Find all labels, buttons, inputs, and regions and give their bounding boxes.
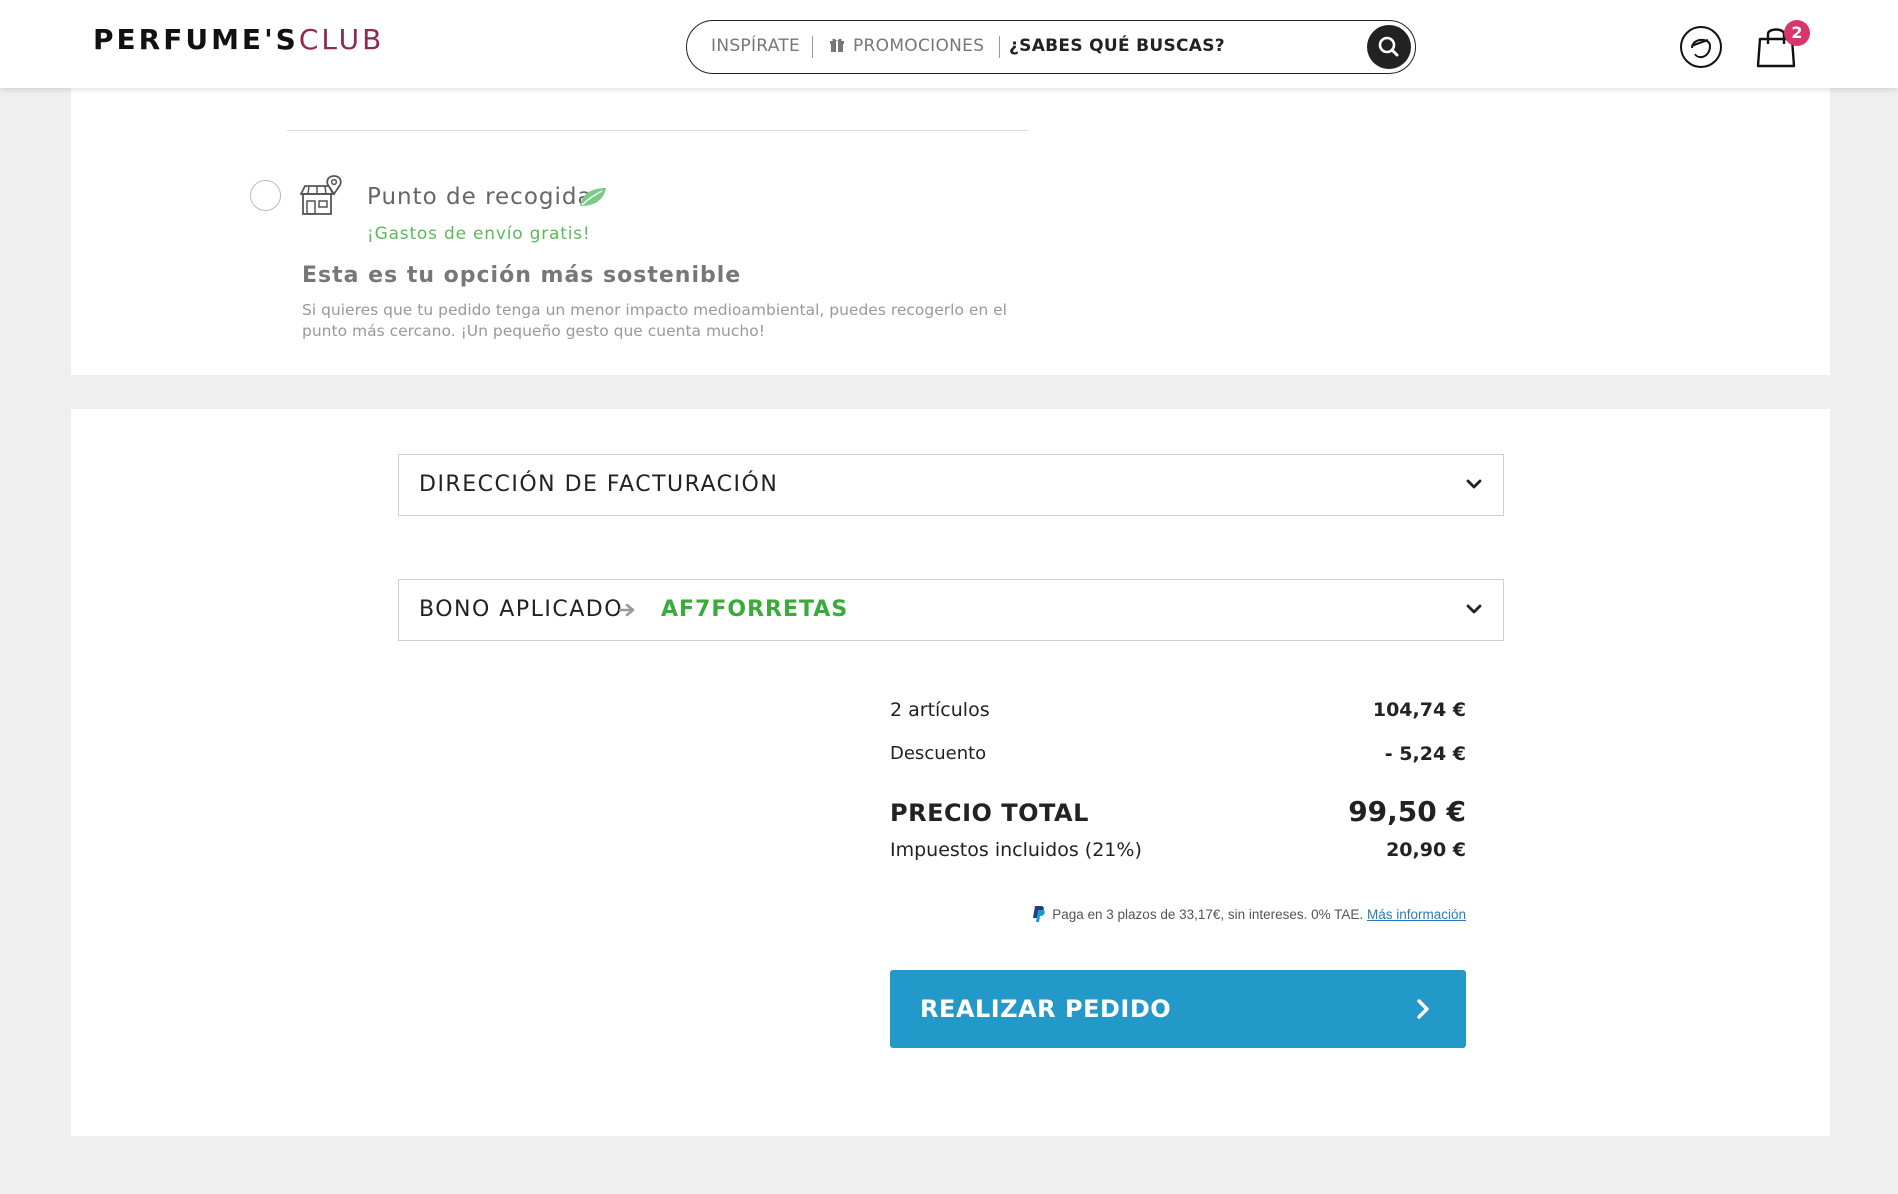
nav-promociones[interactable]: PROMOCIONES bbox=[829, 21, 984, 72]
billing-address-accordion[interactable]: DIRECCIÓN DE FACTURACIÓN bbox=[398, 454, 1504, 516]
tax-label: Impuestos incluidos (21%) bbox=[890, 839, 1142, 861]
discount-label: Descuento bbox=[890, 743, 987, 764]
site-header: PERFUME'SCLUB INSPÍRATE PROMOCIONES ¿SAB… bbox=[0, 0, 1898, 88]
voucher-code: AF7FORRETAS bbox=[661, 597, 849, 622]
voucher-accordion[interactable]: BONO APLICADO AF7FORRETAS bbox=[398, 579, 1504, 641]
leaf-icon bbox=[580, 188, 606, 206]
chevron-down-icon bbox=[1466, 604, 1482, 614]
arrow-right-icon bbox=[619, 603, 635, 617]
sustainable-description: Si quieres que tu pedido tenga un menor … bbox=[302, 301, 1007, 340]
items-label: 2 artículos bbox=[890, 699, 990, 721]
paypal-installments: Paga en 3 plazos de 33,17€, sin interese… bbox=[990, 905, 1466, 923]
divider bbox=[287, 130, 1029, 131]
gift-icon bbox=[830, 38, 844, 52]
nav-inspirate[interactable]: INSPÍRATE bbox=[711, 21, 800, 72]
free-shipping-text: ¡Gastos de envío gratis! bbox=[367, 224, 591, 244]
voucher-label: BONO APLICADO bbox=[419, 597, 624, 622]
chevron-down-icon bbox=[1466, 479, 1482, 489]
paypal-icon bbox=[1033, 906, 1045, 922]
logo-perfume: PERFUME'S bbox=[93, 23, 299, 56]
nav-promociones-label: PROMOCIONES bbox=[853, 36, 985, 56]
tax-value: 20,90 € bbox=[1386, 839, 1466, 861]
search-input[interactable]: ¿SABES QUÉ BUSCAS? bbox=[1009, 21, 1225, 72]
place-order-button[interactable]: REALIZAR PEDIDO bbox=[890, 970, 1466, 1048]
items-value: 104,74 € bbox=[1372, 699, 1466, 721]
search-divider bbox=[999, 36, 1000, 58]
search-icon bbox=[1378, 36, 1399, 57]
discount-value: - 5,24 € bbox=[1384, 743, 1466, 765]
total-value: 99,50 € bbox=[1348, 795, 1466, 828]
checkout-summary-panel: DIRECCIÓN DE FACTURACIÓN BONO APLICADO A… bbox=[71, 409, 1830, 1136]
sustainable-title: Esta es tu opción más sostenible bbox=[302, 263, 742, 288]
store-location-icon bbox=[300, 175, 342, 215]
more-info-link[interactable]: Más información bbox=[1367, 907, 1466, 922]
billing-address-label: DIRECCIÓN DE FACTURACIÓN bbox=[419, 472, 779, 497]
cart-count-badge: 2 bbox=[1784, 20, 1810, 46]
chevron-right-icon bbox=[1417, 999, 1429, 1019]
pickup-option-label[interactable]: Punto de recogida bbox=[367, 184, 593, 210]
search-divider bbox=[812, 36, 813, 58]
logo-club: CLUB bbox=[298, 23, 385, 56]
total-label: PRECIO TOTAL bbox=[890, 799, 1089, 827]
search-button[interactable] bbox=[1367, 25, 1411, 69]
shipping-panel: Punto de recogida ¡Gastos de envío grati… bbox=[71, 88, 1830, 375]
site-logo[interactable]: PERFUME'SCLUB bbox=[93, 22, 384, 58]
place-order-label: REALIZAR PEDIDO bbox=[920, 995, 1172, 1023]
user-icon[interactable] bbox=[1678, 24, 1724, 70]
paypal-text: Paga en 3 plazos de 33,17€, sin interese… bbox=[1052, 907, 1364, 922]
pickup-radio[interactable] bbox=[250, 180, 281, 211]
search-bar[interactable]: INSPÍRATE PROMOCIONES ¿SABES QUÉ BUSCAS? bbox=[686, 20, 1416, 74]
